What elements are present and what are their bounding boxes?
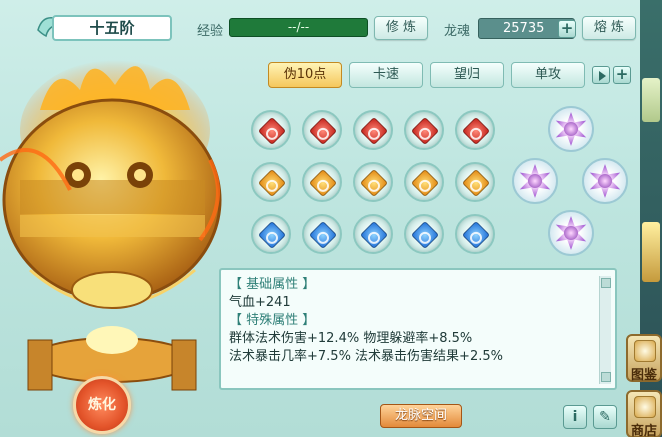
add-preset-button[interactable]: +	[613, 66, 631, 84]
tab-preset-2[interactable]: 卡速	[349, 62, 423, 88]
gem-slot[interactable]	[404, 162, 444, 202]
blue-gem-icon	[461, 220, 491, 250]
star-slot-left[interactable]	[512, 158, 558, 204]
gem-slot[interactable]	[404, 214, 444, 254]
red-gem-icon	[410, 116, 440, 146]
orange-gem-icon	[410, 168, 440, 198]
side-fragment	[642, 222, 660, 282]
dragon-vein-space-button[interactable]: 龙脉空间	[380, 404, 462, 428]
blue-gem-icon	[257, 220, 287, 250]
star-slot-top[interactable]	[548, 106, 594, 152]
gem-slot[interactable]	[251, 162, 291, 202]
red-gem-icon	[308, 116, 338, 146]
orange-gem-icon	[461, 168, 491, 198]
gem-slot[interactable]	[455, 162, 495, 202]
rank-title: 十五阶	[52, 15, 172, 41]
gem-slot[interactable]	[302, 214, 342, 254]
smelt-button[interactable]: 熔 炼	[582, 16, 636, 40]
soul-add-button[interactable]: +	[558, 20, 576, 38]
edit-icon[interactable]: ✎	[593, 405, 617, 429]
orange-gem-icon	[308, 168, 338, 198]
soul-label: 龙魂	[444, 24, 471, 39]
star-slot-bottom[interactable]	[548, 210, 594, 256]
orange-gem-icon	[359, 168, 389, 198]
side-fragment	[642, 78, 660, 122]
shop-icon	[634, 396, 656, 418]
tab-preset-4[interactable]: 单攻	[511, 62, 585, 88]
scroll-down-icon[interactable]	[601, 372, 611, 382]
orange-gem-icon	[257, 168, 287, 198]
gem-slot[interactable]	[353, 162, 393, 202]
red-gem-icon	[461, 116, 491, 146]
basic-attr-line: 气血+241	[229, 295, 291, 310]
attributes-scrollbar[interactable]	[599, 276, 611, 384]
star-slot-right[interactable]	[582, 158, 628, 204]
tab-preset-3[interactable]: 望归	[430, 62, 504, 88]
dragon-vein-panel: 炼化 十五阶 经验 --/-- 修 炼 龙魂 25735 + 熔 炼 伪10点 …	[0, 0, 662, 437]
red-gem-icon	[359, 116, 389, 146]
special-attr-line: 群体法术伤害+12.4% 物理躲避率+8.5%	[229, 331, 473, 346]
attributes-panel: 【 基础属性 】 气血+241 【 特殊属性 】 群体法术伤害+12.4% 物理…	[219, 268, 617, 390]
side-button-shop[interactable]: 商店	[626, 390, 662, 437]
book-icon	[634, 340, 656, 362]
top-bar: 十五阶 经验 --/-- 修 炼 龙魂 25735 + 熔 炼	[0, 0, 640, 48]
gem-slot[interactable]	[251, 110, 291, 150]
blue-gem-icon	[410, 220, 440, 250]
gem-slot[interactable]	[455, 214, 495, 254]
refine-button[interactable]: 炼化	[73, 376, 131, 434]
special-attr-line: 法术暴击几率+7.5% 法术暴击伤害结果+2.5%	[229, 349, 503, 364]
blue-gem-icon	[359, 220, 389, 250]
info-icon[interactable]: i	[563, 405, 587, 429]
basic-attr-header: 【 基础属性 】	[229, 277, 316, 292]
gem-slot[interactable]	[455, 110, 495, 150]
gem-slot[interactable]	[302, 162, 342, 202]
exp-progress-bar: --/--	[229, 18, 368, 37]
gem-slot[interactable]	[353, 214, 393, 254]
gem-slot[interactable]	[302, 110, 342, 150]
exp-label: 经验	[197, 24, 224, 39]
side-button-shop-label: 商店	[630, 424, 657, 437]
red-gem-icon	[257, 116, 287, 146]
special-attr-header: 【 特殊属性 】	[229, 313, 316, 328]
gem-slot[interactable]	[251, 214, 291, 254]
gem-slot[interactable]	[353, 110, 393, 150]
tab-preset-1[interactable]: 伪10点	[268, 62, 342, 88]
gem-slot[interactable]	[404, 110, 444, 150]
side-button-atlas[interactable]: 图鉴	[626, 334, 662, 383]
tabs-next-arrow-icon[interactable]	[592, 66, 610, 84]
cauldron-artwork	[0, 60, 222, 391]
cultivate-button[interactable]: 修 炼	[374, 16, 428, 40]
attributes-text: 【 基础属性 】 气血+241 【 特殊属性 】 群体法术伤害+12.4% 物理…	[229, 276, 503, 366]
side-button-atlas-label: 图鉴	[630, 368, 657, 383]
scroll-up-icon[interactable]	[601, 278, 611, 288]
blue-gem-icon	[308, 220, 338, 250]
